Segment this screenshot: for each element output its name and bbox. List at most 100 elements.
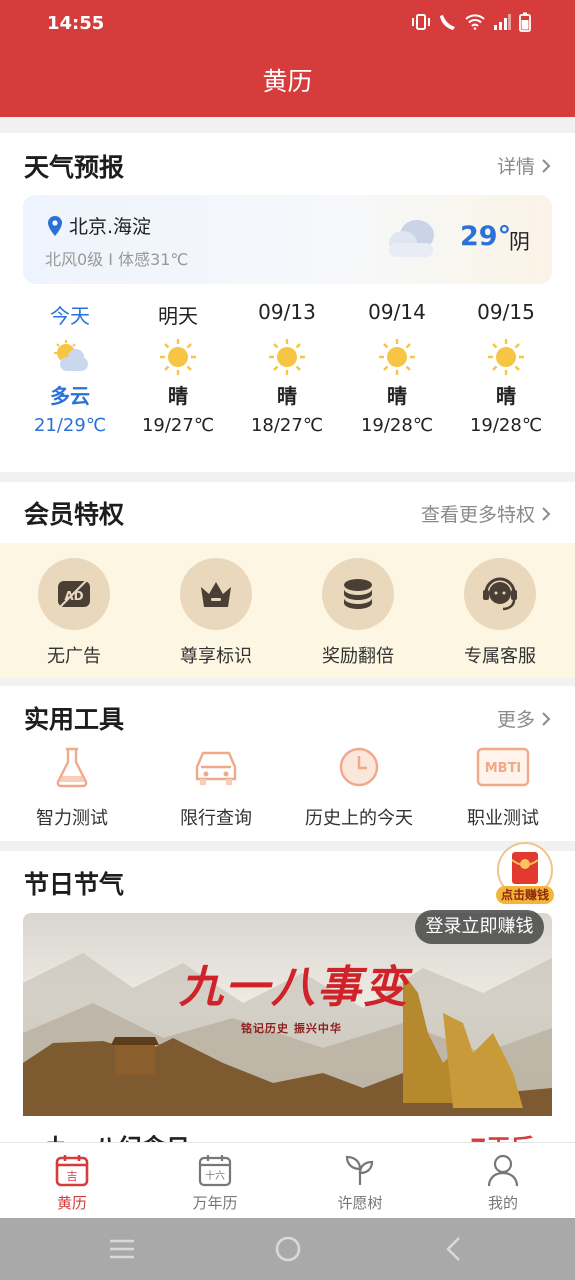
sun-icon bbox=[446, 334, 566, 380]
tab-label: 黄历 bbox=[56, 1194, 87, 1212]
forecast-condition: 晴 bbox=[168, 384, 188, 408]
tool-history-today[interactable]: 历史上的今天 bbox=[289, 742, 429, 830]
tab-wish-tree[interactable]: 许愿树 bbox=[310, 1151, 410, 1213]
user-icon bbox=[453, 1151, 553, 1189]
perpetual-calendar-icon: 十六 bbox=[165, 1151, 265, 1189]
tab-perpetual-calendar[interactable]: 十六 万年历 bbox=[165, 1151, 265, 1213]
privilege-label: 专属客服 bbox=[464, 646, 536, 667]
mbti-badge-text: MBTI bbox=[485, 761, 522, 776]
forecast-day: 今天 多云 21/29℃ bbox=[10, 300, 130, 440]
member-more-link[interactable]: 查看更多特权 bbox=[421, 500, 551, 527]
red-packet-label: 点击赚钱 bbox=[500, 888, 549, 902]
tool-career-test[interactable]: MBTI 职业测试 bbox=[433, 742, 573, 830]
app-bar: 黄历 bbox=[0, 50, 575, 117]
tool-label: 历史上的今天 bbox=[305, 808, 413, 829]
tool-iq-test[interactable]: 智力测试 bbox=[2, 742, 142, 830]
tool-traffic-restriction[interactable]: 限行查询 bbox=[146, 742, 286, 830]
current-desc: 阴 bbox=[509, 230, 530, 254]
location-text: 北京.海淀 bbox=[69, 216, 152, 238]
tools-more-label: 更多 bbox=[496, 709, 535, 731]
current-weather-card[interactable]: 北京.海淀 北风0级 I 体感31℃ 29° 阴 bbox=[23, 195, 552, 284]
privilege-label: 尊享标识 bbox=[180, 646, 252, 667]
coins-icon bbox=[322, 558, 394, 630]
weather-detail-link[interactable]: 详情 bbox=[497, 152, 551, 179]
banner-title: 九一八事变 bbox=[179, 962, 409, 1013]
sun-icon bbox=[118, 334, 238, 380]
home-icon[interactable] bbox=[274, 1235, 302, 1263]
calendar-icon: 吉 bbox=[22, 1151, 122, 1189]
forecast-day-label: 明天 bbox=[158, 304, 198, 328]
svg-text:吉: 吉 bbox=[67, 1170, 78, 1183]
no-ads-icon: AD bbox=[38, 558, 110, 630]
current-temp: 29° bbox=[460, 221, 512, 252]
mbti-icon: MBTI bbox=[433, 742, 573, 792]
tab-label: 许愿树 bbox=[337, 1194, 383, 1212]
tab-label: 我的 bbox=[487, 1194, 518, 1212]
red-packet-button[interactable]: 点击赚钱 bbox=[494, 842, 556, 908]
privilege-label: 无广告 bbox=[47, 646, 101, 667]
weather-title: 天气预报 bbox=[24, 153, 125, 182]
wifi-call-icon bbox=[440, 15, 455, 30]
tab-label: 万年历 bbox=[192, 1194, 238, 1212]
forecast-condition: 晴 bbox=[387, 384, 407, 408]
login-earn-chip[interactable]: 登录立即赚钱 bbox=[415, 910, 544, 944]
page-title: 黄历 bbox=[262, 67, 313, 96]
sprout-icon bbox=[310, 1151, 410, 1189]
forecast-day-label: 09/13 bbox=[258, 300, 316, 324]
forecast-day: 09/14 晴 19/28℃ bbox=[337, 300, 457, 440]
forecast-range: 19/28℃ bbox=[360, 415, 434, 436]
privilege-label: 奖励翻倍 bbox=[322, 646, 394, 667]
tab-mine[interactable]: 我的 bbox=[453, 1151, 553, 1213]
flask-icon bbox=[2, 742, 142, 792]
weather-detail-label: 详情 bbox=[496, 156, 535, 178]
partly-cloudy-icon bbox=[10, 334, 130, 380]
location-pin-icon bbox=[48, 215, 62, 236]
forecast-condition: 晴 bbox=[496, 384, 516, 408]
tools-more-link[interactable]: 更多 bbox=[497, 705, 551, 732]
chevron-right-icon bbox=[542, 158, 551, 173]
vibrate-icon bbox=[412, 14, 430, 30]
clock-icon bbox=[289, 742, 429, 792]
forecast-range: 18/27℃ bbox=[250, 415, 324, 436]
forecast-day-label: 09/14 bbox=[368, 300, 426, 324]
forecast-day-label: 今天 bbox=[50, 304, 90, 328]
tab-almanac[interactable]: 吉 黄历 bbox=[22, 1151, 122, 1213]
location: 北京.海淀 bbox=[47, 212, 151, 239]
tool-label: 限行查询 bbox=[180, 808, 252, 829]
forecast-condition: 晴 bbox=[277, 384, 297, 408]
tools-title: 实用工具 bbox=[24, 705, 125, 734]
privilege-double-reward[interactable]: 奖励翻倍 bbox=[288, 558, 428, 668]
car-icon bbox=[146, 742, 286, 792]
cloud-icon bbox=[389, 220, 434, 257]
member-more-label: 查看更多特权 bbox=[420, 504, 535, 526]
forecast-day-label: 09/15 bbox=[477, 300, 535, 324]
back-icon[interactable] bbox=[443, 1236, 463, 1262]
battery-icon bbox=[519, 12, 531, 32]
chevron-right-icon bbox=[542, 506, 551, 521]
status-time: 14:55 bbox=[47, 13, 105, 34]
privilege-badge[interactable]: 尊享标识 bbox=[146, 558, 286, 668]
signal-icon bbox=[494, 14, 511, 30]
forecast-condition: 多云 bbox=[50, 384, 90, 408]
crown-icon bbox=[180, 558, 252, 630]
sun-icon bbox=[337, 334, 457, 380]
forecast-day: 09/13 晴 18/27℃ bbox=[227, 300, 347, 440]
member-title: 会员特权 bbox=[24, 500, 125, 529]
banner-subtitle: 铭记历史 振兴中华 bbox=[241, 1022, 342, 1035]
forecast-range: 19/27℃ bbox=[141, 415, 215, 436]
system-nav-bar bbox=[0, 1218, 575, 1280]
privilege-no-ads[interactable]: AD 无广告 bbox=[4, 558, 144, 668]
chevron-right-icon bbox=[542, 711, 551, 726]
tool-label: 智力测试 bbox=[36, 808, 108, 829]
wind-feel: 北风0级 I 体感31℃ bbox=[45, 250, 189, 269]
bottom-tab-bar: 吉 黄历 十六 万年历 许愿树 我的 bbox=[0, 1142, 575, 1218]
recent-apps-icon[interactable] bbox=[108, 1238, 136, 1260]
forecast-day: 明天 晴 19/27℃ bbox=[118, 300, 238, 440]
privilege-customer-service[interactable]: 专属客服 bbox=[430, 558, 570, 668]
wifi-icon bbox=[465, 14, 485, 30]
calendar-day-badge: 十六 bbox=[205, 1169, 225, 1182]
status-icons bbox=[411, 12, 531, 32]
forecast-day: 09/15 晴 19/28℃ bbox=[446, 300, 566, 440]
forecast-range: 21/29℃ bbox=[33, 415, 107, 436]
festival-title: 节日节气 bbox=[24, 870, 125, 899]
